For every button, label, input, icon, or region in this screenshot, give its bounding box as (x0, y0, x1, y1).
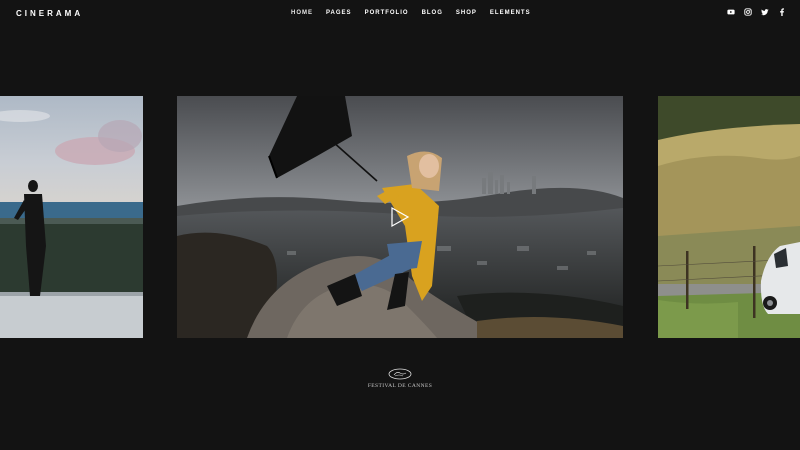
nav-item-pages[interactable]: PAGES (326, 10, 352, 16)
play-video-button[interactable] (388, 206, 410, 228)
site-logo[interactable]: CINERAMA (16, 9, 83, 18)
slide-image-grass-car (658, 96, 800, 338)
festival-credit: FESTIVAL DE CANNES (350, 368, 450, 389)
cannes-laurel-icon (388, 368, 412, 380)
facebook-icon[interactable] (778, 8, 786, 16)
play-icon (391, 206, 410, 228)
twitter-icon[interactable] (761, 8, 769, 16)
slide-image-seaside (0, 96, 143, 338)
nav-item-portfolio[interactable]: PORTFOLIO (365, 10, 409, 16)
nav-item-home[interactable]: HOME (291, 10, 313, 16)
youtube-icon[interactable] (727, 8, 735, 16)
instagram-icon[interactable] (744, 8, 752, 16)
slide-prev[interactable] (0, 96, 143, 338)
site-header: CINERAMA HOME PAGES PORTFOLIO BLOG SHOP … (0, 0, 800, 28)
nav-item-shop[interactable]: SHOP (456, 10, 477, 16)
nav-item-elements[interactable]: ELEMENTS (490, 10, 531, 16)
slide-next[interactable] (658, 96, 800, 338)
main-nav: HOME PAGES PORTFOLIO BLOG SHOP ELEMENTS (291, 10, 531, 16)
festival-label: FESTIVAL DE CANNES (367, 383, 433, 389)
social-links (727, 8, 786, 16)
nav-item-blog[interactable]: BLOG (422, 10, 443, 16)
